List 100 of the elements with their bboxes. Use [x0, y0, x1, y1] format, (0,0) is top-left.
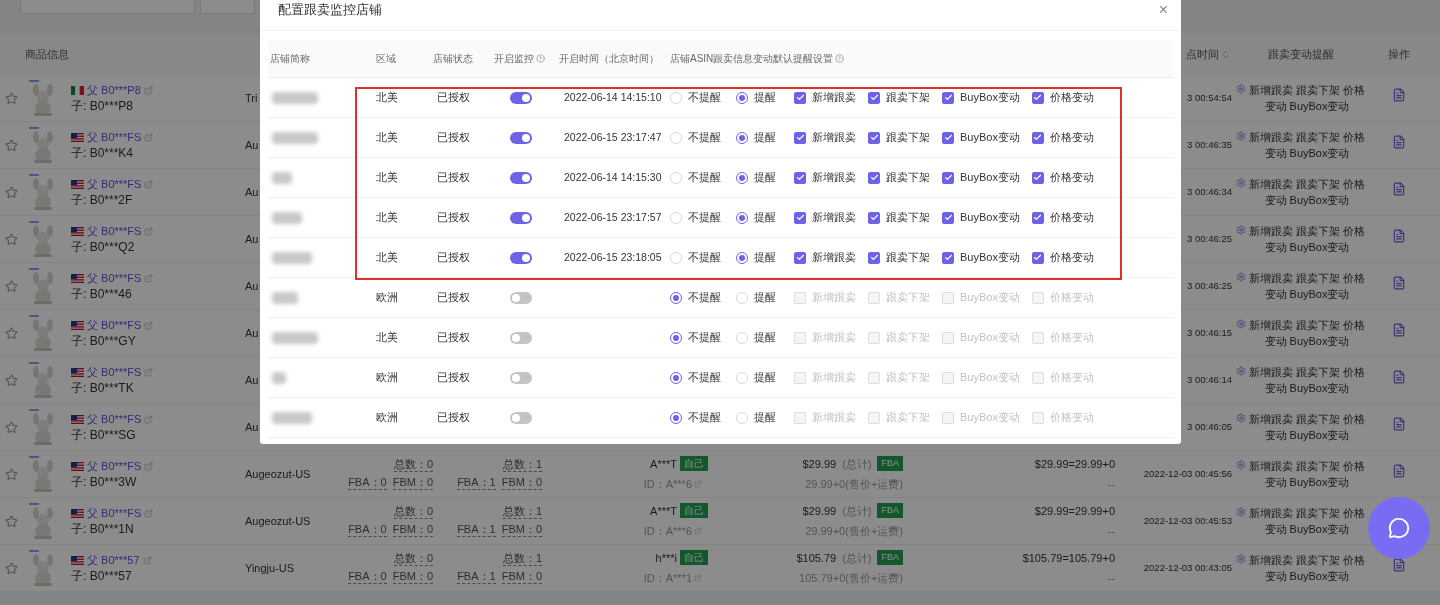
- count-text: FBA：0: [348, 476, 387, 490]
- count-text: FBA：1: [457, 523, 496, 537]
- seller-name: A***T: [650, 503, 677, 519]
- checkbox-label[interactable]: 新增跟卖: [812, 129, 856, 146]
- empty-value: --: [1107, 571, 1115, 586]
- store-name: Tri: [245, 91, 258, 104]
- parent-asin-link[interactable]: 父 B0***FS: [87, 506, 142, 520]
- radio-label[interactable]: 提醒: [754, 409, 776, 426]
- child-asin-text: 子: B0***P8: [71, 99, 135, 113]
- radio-label[interactable]: 提醒: [754, 209, 776, 226]
- checkbox-label[interactable]: 新增跟卖: [812, 209, 856, 226]
- region-text: 欧洲: [376, 371, 398, 384]
- child-asin-text: 子: B0***46: [71, 287, 133, 301]
- checkbox-label[interactable]: BuyBox变动: [960, 89, 1020, 106]
- region-text: 北美: [376, 171, 398, 184]
- count-text: FBA：0: [348, 570, 387, 584]
- parent-asin-link[interactable]: 父 B0***FS: [87, 130, 142, 144]
- radio-label[interactable]: 不提醒: [688, 329, 721, 346]
- radio-label[interactable]: 不提醒: [688, 289, 721, 306]
- radio-label[interactable]: 提醒: [754, 89, 776, 106]
- status-text: 已授权: [437, 411, 470, 424]
- reminder-text: 新增跟卖 跟卖下架 价格变动 BuyBox变动: [1248, 83, 1366, 114]
- child-asin-text: 子: B0***SG: [71, 428, 137, 442]
- radio-label[interactable]: 提醒: [754, 169, 776, 186]
- time-text: 3 00:46:34: [1187, 184, 1232, 199]
- checkbox-label[interactable]: 跟卖下架: [886, 129, 930, 146]
- parent-asin-link[interactable]: 父 B0***FS: [87, 224, 142, 238]
- time-text: 3 00:46:35: [1187, 137, 1232, 152]
- checkbox-label[interactable]: BuyBox变动: [960, 209, 1020, 226]
- empty-value: --: [1107, 477, 1115, 492]
- store-name: Au: [245, 420, 259, 433]
- empty-value: --: [1107, 524, 1115, 539]
- checkbox-label[interactable]: BuyBox变动: [960, 249, 1020, 266]
- checkbox-label[interactable]: 跟卖下架: [886, 249, 930, 266]
- checkbox-label[interactable]: 价格变动: [1049, 169, 1094, 186]
- radio-label[interactable]: 不提醒: [688, 409, 721, 426]
- radio-label[interactable]: 不提醒: [688, 129, 721, 146]
- checkbox-label[interactable]: 跟卖下架: [886, 89, 930, 106]
- radio-label[interactable]: 不提醒: [688, 209, 721, 226]
- child-asin-text: 子: B0***TK: [71, 381, 135, 395]
- store-name: Augeozut-US: [245, 467, 311, 480]
- radio-label[interactable]: 不提醒: [688, 249, 721, 266]
- child-asin-text: 子: B0***GY: [71, 334, 137, 348]
- region-text: 北美: [376, 251, 398, 264]
- radio-label[interactable]: 不提醒: [688, 369, 721, 386]
- time-text: 3 00:46:15: [1187, 325, 1232, 340]
- region-text: 北美: [376, 331, 398, 344]
- column-header: 开启监控: [494, 52, 534, 66]
- radio-label[interactable]: 提醒: [754, 329, 776, 346]
- store-name: Au: [245, 185, 259, 198]
- radio-label[interactable]: 提醒: [754, 249, 776, 266]
- parent-asin-link[interactable]: 父 B0***P8: [87, 83, 141, 97]
- checkbox-label[interactable]: BuyBox变动: [960, 169, 1020, 186]
- parent-asin-link[interactable]: 父 B0***FS: [87, 177, 142, 191]
- checkbox-label[interactable]: 价格变动: [1049, 89, 1094, 106]
- reminder-text: 新增跟卖 跟卖下架 价格变动 BuyBox变动: [1248, 130, 1366, 161]
- count-text: FBM：0: [501, 476, 542, 490]
- reminder-text: 新增跟卖 跟卖下架 价格变动 BuyBox变动: [1248, 318, 1366, 349]
- radio-label[interactable]: 提醒: [754, 129, 776, 146]
- time-text: 3 00:46:14: [1187, 372, 1232, 387]
- store-name: Au: [245, 326, 259, 339]
- start-time: 2022-06-14 14:15:30: [564, 171, 662, 184]
- count-text: 总数：1: [502, 458, 542, 472]
- count-text: 总数：0: [393, 552, 433, 566]
- store-name: Au: [245, 373, 259, 386]
- parent-asin-link[interactable]: 父 B0***FS: [87, 412, 142, 426]
- column-header[interactable]: 点时间: [1186, 45, 1219, 63]
- store-name: Au: [245, 279, 259, 292]
- checkbox-label[interactable]: 价格变动: [1049, 249, 1094, 266]
- checkbox-label[interactable]: 跟卖下架: [886, 209, 930, 226]
- price-formula: $105.79=105.79+0: [1022, 550, 1115, 566]
- time-text: 2022-12-03 00:43:05: [1143, 560, 1232, 575]
- radio-label[interactable]: 提醒: [754, 369, 776, 386]
- checkbox-label[interactable]: BuyBox变动: [960, 129, 1020, 146]
- parent-asin-link[interactable]: 父 B0***FS: [87, 365, 142, 379]
- parent-asin-link[interactable]: 父 B0***FS: [87, 271, 142, 285]
- radio-label[interactable]: 不提醒: [688, 89, 721, 106]
- checkbox-label[interactable]: 价格变动: [1049, 209, 1094, 226]
- parent-asin-link[interactable]: 父 B0***FS: [87, 318, 142, 332]
- column-header: 商品信息: [25, 47, 69, 60]
- radio-label[interactable]: 不提醒: [688, 169, 721, 186]
- reminder-text: 新增跟卖 跟卖下架 价格变动 BuyBox变动: [1248, 271, 1366, 302]
- parent-asin-link[interactable]: 父 B0***57: [87, 553, 140, 567]
- parent-asin-link[interactable]: 父 B0***FS: [87, 459, 142, 473]
- checkbox-label[interactable]: 跟卖下架: [886, 169, 930, 186]
- column-header: 店铺状态: [433, 52, 473, 66]
- checkbox-label[interactable]: 价格变动: [1049, 129, 1094, 146]
- checkbox-label[interactable]: 新增跟卖: [812, 169, 856, 186]
- status-text: 已授权: [437, 171, 470, 184]
- radio-label[interactable]: 提醒: [754, 289, 776, 306]
- column-header: 店铺简称: [270, 52, 310, 66]
- count-text: FBA：1: [457, 476, 496, 490]
- dialog-title: 配置跟卖监控店铺: [278, 1, 382, 19]
- reminder-text: 新增跟卖 跟卖下架 价格变动 BuyBox变动: [1248, 177, 1366, 208]
- count-text: FBM：0: [501, 570, 542, 584]
- reminder-text: 新增跟卖 跟卖下架 价格变动 BuyBox变动: [1248, 553, 1366, 584]
- checkbox-label[interactable]: 新增跟卖: [812, 89, 856, 106]
- status-text: 已授权: [437, 331, 470, 344]
- close-button[interactable]: ×: [1158, 0, 1168, 20]
- checkbox-label[interactable]: 新增跟卖: [812, 249, 856, 266]
